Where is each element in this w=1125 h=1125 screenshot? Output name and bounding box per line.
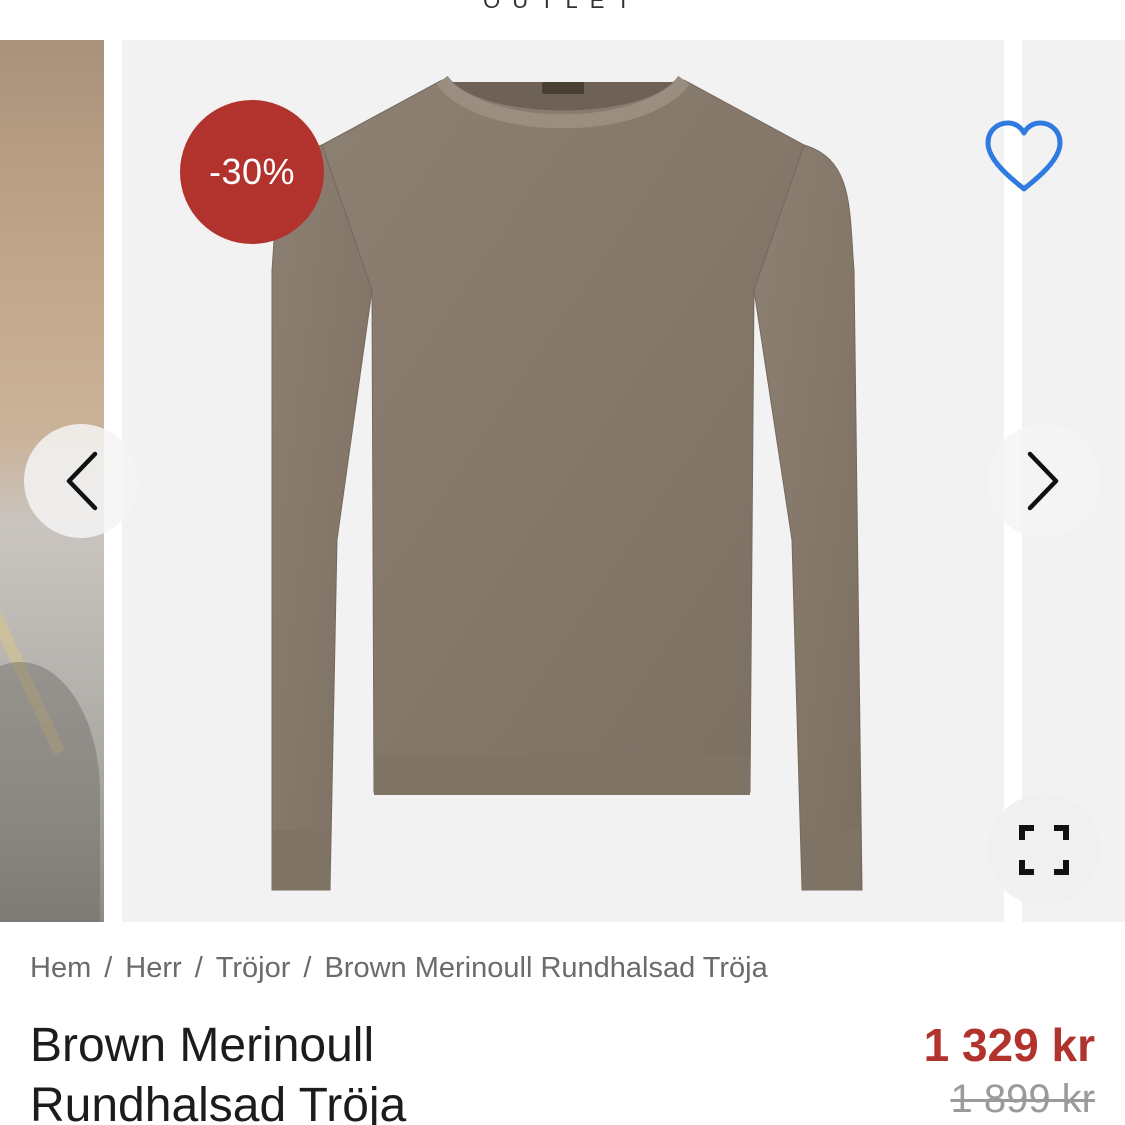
original-price: 1 899 kr bbox=[950, 1077, 1095, 1121]
chevron-right-icon bbox=[1027, 451, 1059, 511]
breadcrumb-item-home[interactable]: Hem bbox=[30, 952, 91, 985]
previous-image-button[interactable] bbox=[24, 424, 138, 538]
next-image-button[interactable] bbox=[987, 424, 1101, 538]
product-page: OUTLET -30% Hem / Herr / Tröjor / Brown … bbox=[0, 0, 1125, 1125]
breadcrumb-separator: / bbox=[104, 952, 113, 984]
main-product-image[interactable]: -30% bbox=[122, 40, 1004, 922]
breadcrumb-separator: / bbox=[194, 952, 203, 984]
breadcrumb-item-current: Brown Merinoull Rundhalsad Tröja bbox=[324, 952, 768, 984]
heart-icon bbox=[985, 120, 1063, 192]
sale-price: 1 329 kr bbox=[923, 1019, 1095, 1071]
breadcrumb: Hem / Herr / Tröjor / Brown Merinoull Ru… bbox=[30, 952, 768, 985]
breadcrumb-separator: / bbox=[303, 952, 312, 984]
image-shadow bbox=[0, 662, 100, 922]
image-carousel[interactable]: -30% bbox=[0, 40, 1125, 922]
breadcrumb-item-men[interactable]: Herr bbox=[125, 952, 181, 985]
brand-logo-text[interactable]: OUTLET bbox=[0, 0, 1125, 14]
product-title: Brown Merinoull Rundhalsad Tröja bbox=[30, 1019, 407, 1125]
favorite-button[interactable] bbox=[978, 115, 1070, 199]
fullscreen-button[interactable] bbox=[988, 794, 1100, 906]
price-box: 1 329 kr 1 899 kr bbox=[924, 1016, 1095, 1124]
chevron-left-icon bbox=[66, 451, 98, 511]
fullscreen-icon bbox=[1019, 825, 1069, 875]
discount-badge: -30% bbox=[180, 100, 324, 244]
breadcrumb-item-sweaters[interactable]: Tröjor bbox=[216, 952, 291, 985]
